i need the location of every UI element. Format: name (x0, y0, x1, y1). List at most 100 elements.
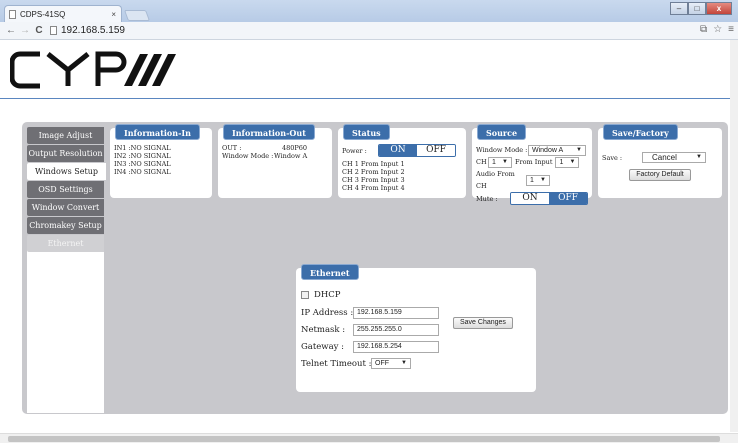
star-icon[interactable]: ☆ (713, 24, 722, 35)
page-icon (50, 26, 57, 35)
ch-select[interactable]: 1 ▼ (488, 156, 512, 168)
info-in-body: IN1 :NO SIGNAL IN2 :NO SIGNAL IN3 :NO SI… (114, 144, 208, 176)
ip-address-label: IP Address : (301, 308, 354, 318)
window-mode-value: Window A (274, 152, 308, 160)
netmask-input[interactable]: 255.255.255.0 (353, 324, 439, 336)
gateway-input[interactable]: 192.168.5.254 (353, 341, 439, 353)
save-factory-box: Save/Factory Save : Cancel ▼ Factory Def… (598, 124, 722, 198)
back-icon[interactable]: ← (4, 25, 18, 36)
mute-toggle[interactable]: ON OFF (510, 192, 588, 205)
info-in-line: IN4 :NO SIGNAL (114, 168, 171, 176)
save-select[interactable]: Cancel ▼ (642, 152, 706, 163)
mute-on-button[interactable]: ON (511, 193, 549, 204)
scrollbar-thumb[interactable] (8, 436, 720, 442)
audio-ch-select-value: 1 (530, 176, 534, 184)
source-window-mode-label: Window Mode : (476, 146, 528, 154)
window-mode-label: Window Mode : (222, 152, 274, 160)
power-toggle[interactable]: ON OFF (378, 144, 456, 157)
window-controls: – □ x (670, 2, 732, 15)
sidebar-item-window-convert[interactable]: Window Convert (27, 199, 104, 216)
dropdown-arrow-icon: ▼ (540, 176, 546, 183)
sidebar-item-image-adjust[interactable]: Image Adjust (27, 127, 104, 144)
header-divider (0, 98, 732, 99)
telnet-timeout-select[interactable]: OFF ▼ (371, 358, 411, 369)
telnet-timeout-select-value: OFF (375, 360, 389, 367)
status-line: CH 1 From Input 1 (342, 160, 405, 168)
status-body: Power : ON OFF CH 1 From Input 1 CH 2 Fr… (342, 144, 462, 192)
save-label: Save : (602, 153, 623, 162)
menu-icon[interactable]: ≡ (728, 24, 734, 35)
maximize-button[interactable]: □ (688, 2, 706, 15)
new-tab-button[interactable] (123, 10, 151, 21)
status-line: CH 3 From Input 3 (342, 176, 405, 184)
info-out-body: OUT : 480P60 Window Mode : Window A (222, 144, 328, 160)
out-label: OUT : (222, 144, 242, 152)
dropdown-arrow-icon: ▼ (696, 154, 702, 160)
tab-close-icon[interactable]: × (111, 10, 116, 19)
from-input-label: From Input (515, 158, 553, 166)
telnet-timeout-label: Telnet Timeout : (301, 358, 372, 369)
mute-off-button[interactable]: OFF (549, 193, 587, 204)
dhcp-label: DHCP (314, 290, 341, 300)
sidebar-item-chromakey-setup[interactable]: Chromakey Setup (27, 217, 104, 234)
ip-address-input[interactable]: 192.168.5.159 (353, 307, 439, 319)
source-body: Window Mode : Window A ▼ CH 1 ▼ From Inp… (476, 144, 588, 205)
sidebar-item-windows-setup[interactable]: Windows Setup (27, 163, 106, 180)
dropdown-arrow-icon: ▼ (401, 360, 407, 366)
sidebar: Image Adjust Output Resolution Windows S… (27, 127, 106, 253)
sidebar-item-ethernet[interactable]: Ethernet (27, 235, 104, 252)
address-bar: ← → C 192.168.5.159 ⧉ ☆ ≡ (0, 22, 738, 40)
audio-ch-select[interactable]: 1 ▼ (526, 174, 550, 186)
sidebar-item-output-resolution[interactable]: Output Resolution (27, 145, 104, 162)
ethernet-title: Ethernet (301, 264, 359, 280)
status-line: CH 4 From Input 4 (342, 184, 405, 192)
power-off-button[interactable]: OFF (417, 145, 455, 156)
dropdown-arrow-icon: ▼ (502, 158, 508, 165)
from-input-select-value: 1 (559, 158, 564, 166)
power-on-button[interactable]: ON (379, 145, 417, 156)
power-label: Power : (342, 146, 367, 155)
sidebar-fill (27, 245, 104, 413)
status-title: Status (343, 124, 390, 140)
vertical-scrollbar[interactable] (730, 40, 738, 432)
mute-label: Mute : (476, 194, 498, 203)
ch-label: CH (476, 158, 487, 166)
netmask-label: Netmask : (301, 325, 346, 335)
gateway-label: Gateway : (301, 342, 345, 352)
save-changes-button[interactable]: Save Changes (453, 317, 513, 329)
reload-icon[interactable]: C (32, 25, 46, 36)
status-line: CH 2 From Input 2 (342, 168, 405, 176)
browser-titlebar: CDPS-41SQ × – □ x (0, 0, 738, 22)
ch-select-value: 1 (492, 158, 496, 166)
source-title: Source (477, 124, 527, 140)
dropdown-arrow-icon: ▼ (576, 146, 582, 153)
sidebar-item-osd-settings[interactable]: OSD Settings (27, 181, 104, 198)
horizontal-scrollbar[interactable] (0, 433, 738, 443)
forward-icon[interactable]: → (18, 25, 32, 36)
dropdown-arrow-icon: ▼ (569, 158, 576, 165)
close-button[interactable]: x (706, 2, 732, 15)
browser-tab[interactable]: CDPS-41SQ × (4, 5, 122, 22)
factory-default-button[interactable]: Factory Default (629, 169, 691, 181)
ethernet-box: Ethernet DHCP IP Address : 192.168.5.159… (296, 264, 536, 392)
from-input-select[interactable]: 1 ▼ (555, 156, 580, 168)
status-box: Status Power : ON OFF CH 1 From Input 1 … (338, 124, 466, 198)
window-mode-select-value: Window A (532, 146, 564, 154)
minimize-button[interactable]: – (670, 2, 688, 15)
cyp-logo (10, 51, 176, 89)
translate-icon[interactable]: ⧉ (700, 24, 707, 35)
audio-from-ch-label: Audio From CH (476, 170, 515, 190)
info-in-title: Information-In (115, 124, 200, 140)
url-field[interactable]: 192.168.5.159 (50, 25, 125, 36)
save-factory-title: Save/Factory (603, 124, 678, 140)
info-out-box: Information-Out OUT : 480P60 Window Mode… (218, 124, 332, 198)
dhcp-checkbox[interactable] (301, 291, 309, 299)
info-in-box: Information-In IN1 :NO SIGNAL IN2 :NO SI… (110, 124, 212, 198)
out-value: 480P60 (282, 144, 308, 152)
info-out-title: Information-Out (223, 124, 315, 140)
tab-title: CDPS-41SQ (20, 9, 66, 19)
info-in-line: IN3 :NO SIGNAL (114, 160, 171, 168)
page-icon (9, 9, 16, 19)
window-mode-select[interactable]: Window A ▼ (528, 144, 586, 156)
save-factory-body: Save : Cancel ▼ Factory Default (602, 144, 718, 181)
